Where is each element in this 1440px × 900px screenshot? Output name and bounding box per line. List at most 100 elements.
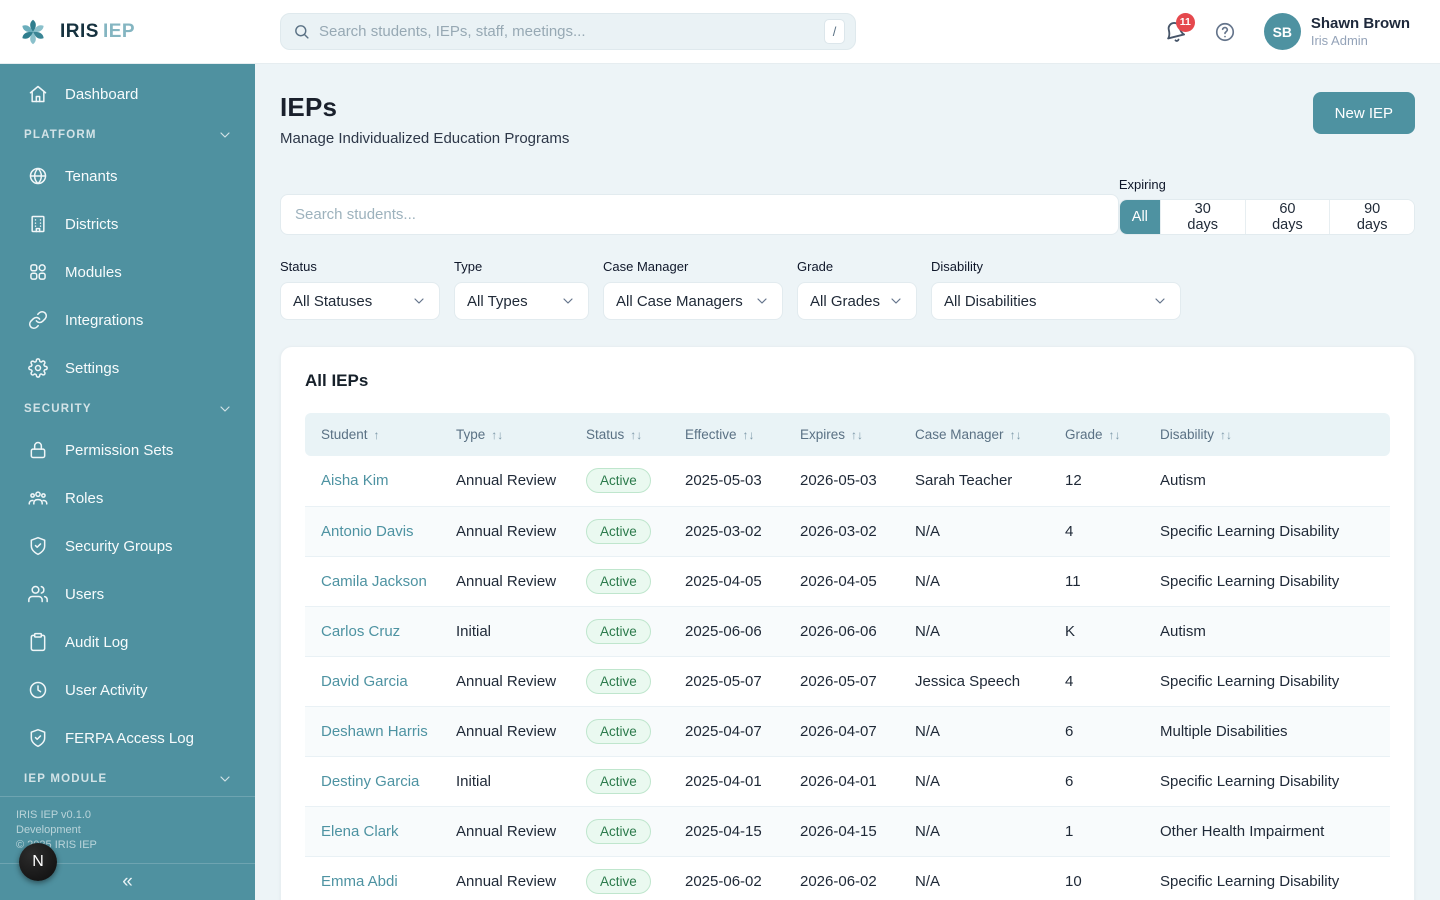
global-search-input[interactable] bbox=[319, 23, 815, 40]
global-search[interactable]: / bbox=[280, 13, 856, 50]
expiring-option-90-days[interactable]: 90 days bbox=[1329, 200, 1414, 234]
status-select[interactable]: All Statuses bbox=[280, 282, 440, 320]
dev-tools-badge[interactable]: N bbox=[19, 843, 57, 881]
sort-arrows-icon: ↑ bbox=[373, 428, 380, 442]
effective-cell: 2025-04-07 bbox=[685, 706, 800, 757]
column-header-type[interactable]: Type ↑↓ bbox=[456, 413, 586, 456]
filter-group-grade: Grade All Grades bbox=[797, 259, 917, 320]
column-header-case-manager[interactable]: Case Manager ↑↓ bbox=[915, 413, 1065, 456]
student-link[interactable]: Elena Clark bbox=[321, 823, 399, 840]
filter-group-type: Type All Types bbox=[454, 259, 589, 320]
column-header-student[interactable]: Student ↑ bbox=[305, 413, 456, 456]
page-title: IEPs bbox=[280, 92, 338, 122]
case-manager-cell: N/A bbox=[915, 506, 1065, 557]
student-link[interactable]: Aisha Kim bbox=[321, 472, 389, 489]
column-header-disability[interactable]: Disability ↑↓ bbox=[1160, 413, 1390, 456]
status-badge: Active bbox=[586, 818, 651, 844]
sidebar-item-users[interactable]: Users bbox=[0, 570, 255, 618]
sidebar-item-label: Dashboard bbox=[65, 85, 139, 103]
column-label: Disability bbox=[1160, 427, 1215, 442]
select-value: All Statuses bbox=[293, 292, 373, 310]
sort-arrows-icon: ↑↓ bbox=[630, 428, 643, 442]
user-menu[interactable]: SB Shawn Brown Iris Admin bbox=[1263, 13, 1410, 50]
sidebar-item-roles[interactable]: Roles bbox=[0, 474, 255, 522]
help-button[interactable] bbox=[1214, 21, 1236, 43]
sidebar-section-platform[interactable]: PLATFORM bbox=[0, 118, 255, 152]
sidebar: Dashboard PLATFORM Tenants Districts Modules… bbox=[0, 64, 255, 900]
sidebar-item-tenants[interactable]: Tenants bbox=[0, 152, 255, 200]
expiring-option-60-days[interactable]: 60 days bbox=[1244, 200, 1330, 234]
environment-label: Development bbox=[16, 824, 81, 836]
disability-cell: Specific Learning Disability bbox=[1160, 556, 1390, 607]
sidebar-item-modules[interactable]: Modules bbox=[0, 248, 255, 296]
sidebar-item-security-groups[interactable]: Security Groups bbox=[0, 522, 255, 570]
expiring-segmented-control: All 30 days 60 days 90 days bbox=[1118, 199, 1415, 235]
column-header-effective[interactable]: Effective ↑↓ bbox=[685, 413, 800, 456]
disability-select[interactable]: All Disabilities bbox=[931, 282, 1181, 320]
sidebar-item-permission-sets[interactable]: Permission Sets bbox=[0, 426, 255, 474]
sidebar-item-settings[interactable]: Settings bbox=[0, 344, 255, 392]
select-value: All Grades bbox=[810, 292, 881, 310]
expiring-option-all[interactable]: All bbox=[1119, 200, 1160, 234]
main-content: IEPs Manage Individualized Education Pro… bbox=[255, 64, 1440, 900]
student-search-input[interactable] bbox=[280, 194, 1119, 235]
effective-cell: 2025-03-02 bbox=[685, 506, 800, 557]
expires-cell: 2026-05-07 bbox=[800, 656, 915, 707]
table-header-row: Student ↑ Type ↑↓ Status ↑↓ Effective ↑↓ Expires… bbox=[305, 413, 1390, 456]
type-cell: Annual Review bbox=[456, 456, 586, 507]
student-link[interactable]: Deshawn Harris bbox=[321, 723, 428, 740]
effective-cell: 2025-06-02 bbox=[685, 856, 800, 900]
student-link[interactable]: Destiny Garcia bbox=[321, 773, 419, 790]
page-header: IEPs Manage Individualized Education Pro… bbox=[280, 92, 1415, 147]
sidebar-section-iep-module[interactable]: IEP MODULE bbox=[0, 762, 255, 796]
clipboard-icon bbox=[30, 632, 46, 652]
table-row: Carlos Cruz Initial Active 2025-06-06 2026-0… bbox=[305, 606, 1390, 657]
filter-group-status: Status All Statuses bbox=[280, 259, 440, 320]
expires-cell: 2026-04-01 bbox=[800, 756, 915, 807]
sidebar-item-dashboard[interactable]: Dashboard bbox=[0, 70, 255, 118]
table-row: Destiny Garcia Initial Active 2025-04-01 202… bbox=[305, 756, 1390, 807]
column-header-expires[interactable]: Expires ↑↓ bbox=[800, 413, 915, 456]
table-row: Emma Abdi Annual Review Active 2025-06-02 20… bbox=[305, 856, 1390, 900]
sidebar-item-label: Integrations bbox=[65, 311, 144, 329]
status-badge: Active bbox=[586, 718, 651, 744]
collapse-icon: « bbox=[122, 871, 133, 892]
sort-arrows-icon: ↑↓ bbox=[1220, 428, 1233, 442]
status-badge: Active bbox=[586, 768, 651, 794]
student-link[interactable]: Antonio Davis bbox=[321, 523, 414, 540]
expiring-option-30-days[interactable]: 30 days bbox=[1159, 200, 1245, 234]
expiring-label: Expiring bbox=[1118, 177, 1166, 192]
sidebar-item-ferpa-access-log[interactable]: FERPA Access Log bbox=[0, 714, 255, 762]
column-header-grade[interactable]: Grade ↑↓ bbox=[1065, 413, 1160, 456]
effective-cell: 2025-06-06 bbox=[685, 606, 800, 657]
column-label: Type bbox=[456, 427, 486, 442]
type-cell: Annual Review bbox=[456, 806, 586, 857]
gear-icon bbox=[28, 358, 48, 378]
expires-cell: 2026-06-06 bbox=[800, 606, 915, 657]
brand-name: IRIS bbox=[60, 20, 99, 42]
sidebar-item-districts[interactable]: Districts bbox=[0, 200, 255, 248]
sidebar-item-audit-log[interactable]: Audit Log bbox=[0, 618, 255, 666]
column-header-status[interactable]: Status ↑↓ bbox=[586, 413, 685, 456]
sidebar-item-user-activity[interactable]: User Activity bbox=[0, 666, 255, 714]
status-badge: Active bbox=[586, 468, 651, 494]
shield-check-icon bbox=[30, 728, 46, 748]
case-manager-cell: N/A bbox=[915, 806, 1065, 857]
notifications-button[interactable]: 11 bbox=[1164, 12, 1195, 43]
sidebar-item-label: Settings bbox=[65, 359, 120, 377]
case-manager-select[interactable]: All Case Managers bbox=[603, 282, 783, 320]
new-iep-button[interactable]: New IEP bbox=[1312, 92, 1415, 134]
student-link[interactable]: Emma Abdi bbox=[321, 873, 398, 890]
grade-select[interactable]: All Grades bbox=[797, 282, 917, 320]
sidebar-section-security[interactable]: SECURITY bbox=[0, 392, 255, 426]
type-select[interactable]: All Types bbox=[454, 282, 589, 320]
case-manager-cell: N/A bbox=[915, 706, 1065, 757]
home-icon bbox=[29, 85, 47, 103]
student-link[interactable]: Camila Jackson bbox=[321, 573, 427, 590]
student-link[interactable]: Carlos Cruz bbox=[321, 623, 400, 640]
sidebar-item-integrations[interactable]: Integrations bbox=[0, 296, 255, 344]
case-manager-cell: N/A bbox=[915, 556, 1065, 607]
expires-cell: 2026-05-03 bbox=[800, 456, 915, 507]
sidebar-item-label: Roles bbox=[65, 489, 104, 507]
student-link[interactable]: David Garcia bbox=[321, 673, 408, 690]
